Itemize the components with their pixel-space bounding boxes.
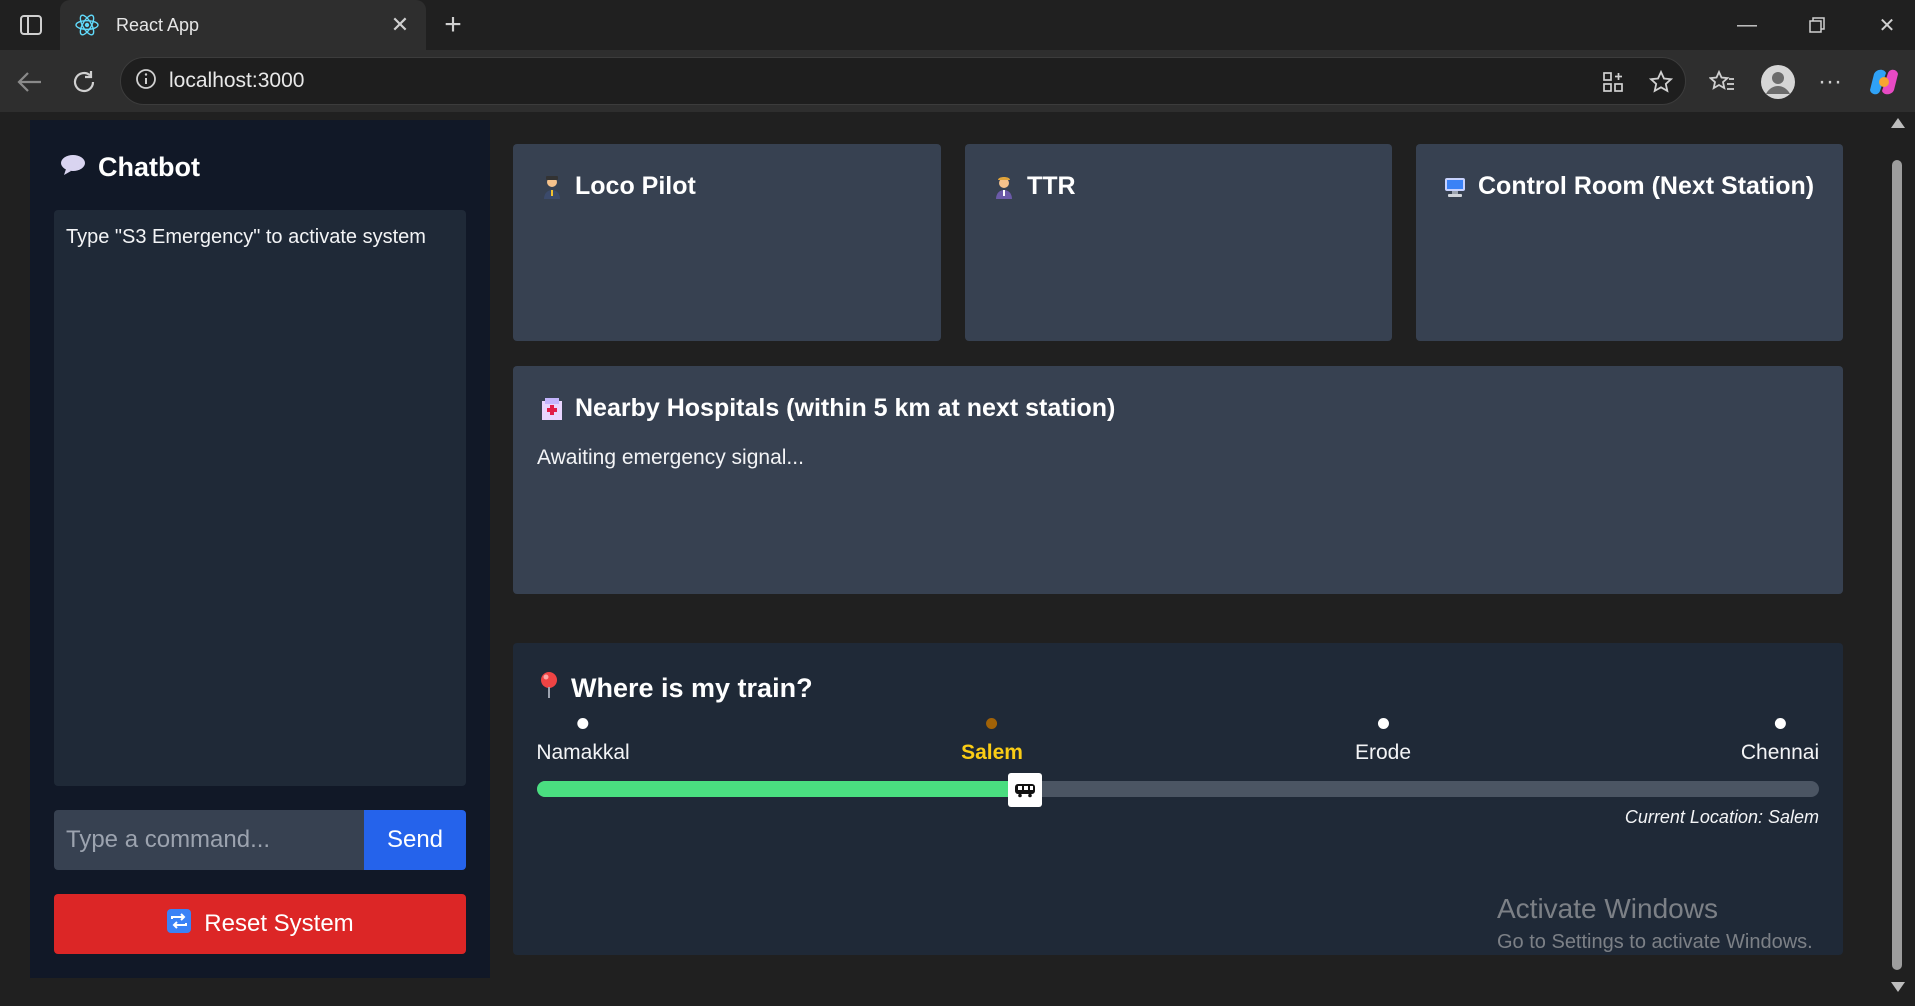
react-logo-icon	[74, 12, 100, 38]
url-text: localhost:3000	[169, 69, 305, 92]
station-chennai: Chennai	[1741, 718, 1819, 765]
chat-log: Type "S3 Emergency" to activate system	[54, 210, 466, 786]
train-icon	[1008, 773, 1043, 807]
reset-system-button[interactable]: Reset System	[54, 894, 466, 954]
tab-actions-icon[interactable]	[14, 10, 48, 40]
back-arrow-icon[interactable]	[12, 64, 48, 100]
speech-balloon-icon	[60, 152, 86, 183]
control-room-title: Control Room (Next Station)	[1478, 172, 1815, 200]
hospitals-status: Awaiting emergency signal...	[537, 446, 804, 469]
station-salem: Salem	[961, 718, 1023, 765]
station-name: Erode	[1354, 741, 1412, 764]
favorite-star-icon[interactable]	[1643, 64, 1679, 100]
progress-track	[537, 773, 1819, 807]
control-room-card: Control Room (Next Station)	[1416, 144, 1843, 341]
station-erode: Erode	[1355, 718, 1411, 765]
watermark-subtitle: Go to Settings to activate Windows.	[1497, 931, 1813, 953]
reset-label: Reset System	[204, 910, 354, 937]
repeat-icon	[166, 908, 192, 941]
station-dot-current	[986, 718, 998, 729]
tracker-title: Where is my train?	[571, 673, 813, 703]
officer-icon	[993, 175, 1015, 199]
hospitals-title: Nearby Hospitals (within 5 km at next st…	[575, 394, 1116, 422]
loco-pilot-card: Loco Pilot	[513, 144, 941, 341]
control-room-heading: Control Room (Next Station)	[1444, 172, 1814, 201]
tracker-heading: Where is my train?	[539, 671, 813, 706]
refresh-icon[interactable]	[66, 64, 102, 100]
computer-icon	[1444, 175, 1466, 199]
chatbot-heading: Chatbot	[60, 152, 200, 183]
loco-pilot-title: Loco Pilot	[575, 172, 696, 200]
scroll-up-icon[interactable]	[1891, 118, 1905, 128]
station-dot	[577, 718, 589, 729]
station-name: Salem	[961, 741, 1023, 764]
favorites-icon[interactable]	[1704, 64, 1740, 100]
tab-title: React App	[116, 14, 200, 35]
new-tab-icon[interactable]: +	[436, 8, 470, 42]
command-input[interactable]	[54, 810, 364, 870]
station-dot	[1774, 718, 1786, 729]
pilot-icon	[541, 175, 563, 199]
current-location-text: Current Location: Salem	[1624, 807, 1819, 827]
loco-pilot-heading: Loco Pilot	[541, 172, 696, 201]
close-tab-icon[interactable]: ✕	[388, 12, 412, 37]
chatbot-panel: Chatbot Type "S3 Emergency" to activate …	[30, 120, 490, 978]
minimize-icon[interactable]: —	[1712, 0, 1782, 50]
address-bar[interactable]: localhost:3000	[120, 57, 1686, 105]
chatbot-title: Chatbot	[98, 152, 200, 182]
more-options-icon[interactable]: ···	[1812, 64, 1848, 100]
pin-icon	[539, 671, 559, 706]
station-name: Chennai	[1740, 741, 1820, 764]
watermark-title: Activate Windows	[1497, 893, 1718, 924]
browser-tab-bar: React App ✕ + — ✕	[0, 0, 1915, 50]
page-scrollbar[interactable]	[1888, 112, 1907, 998]
activate-windows-watermark: Activate Windows Go to Settings to activ…	[1497, 893, 1813, 954]
apps-icon[interactable]	[1595, 64, 1631, 100]
copilot-icon[interactable]	[1866, 64, 1902, 100]
scrollbar-thumb[interactable]	[1892, 160, 1902, 970]
chat-message: Type "S3 Emergency" to activate system	[66, 226, 426, 248]
ttr-heading: TTR	[993, 172, 1076, 201]
send-button[interactable]: Send	[364, 810, 466, 870]
ttr-title: TTR	[1027, 172, 1076, 200]
progress-fill	[537, 781, 1012, 797]
close-window-icon[interactable]: ✕	[1852, 0, 1915, 50]
station-namakkal: Namakkal	[536, 718, 630, 765]
hospitals-card: Nearby Hospitals (within 5 km at next st…	[513, 366, 1843, 594]
station-dot	[1377, 718, 1389, 729]
browser-tab[interactable]: React App ✕	[60, 0, 426, 50]
restore-icon[interactable]	[1782, 0, 1852, 50]
ttr-card: TTR	[965, 144, 1392, 341]
site-info-icon[interactable]	[135, 68, 157, 95]
profile-avatar-icon[interactable]	[1758, 62, 1798, 102]
hospitals-heading: Nearby Hospitals (within 5 km at next st…	[541, 394, 1115, 423]
hospital-icon	[541, 397, 563, 421]
station-name: Namakkal	[536, 741, 630, 764]
scroll-down-icon[interactable]	[1891, 982, 1905, 992]
